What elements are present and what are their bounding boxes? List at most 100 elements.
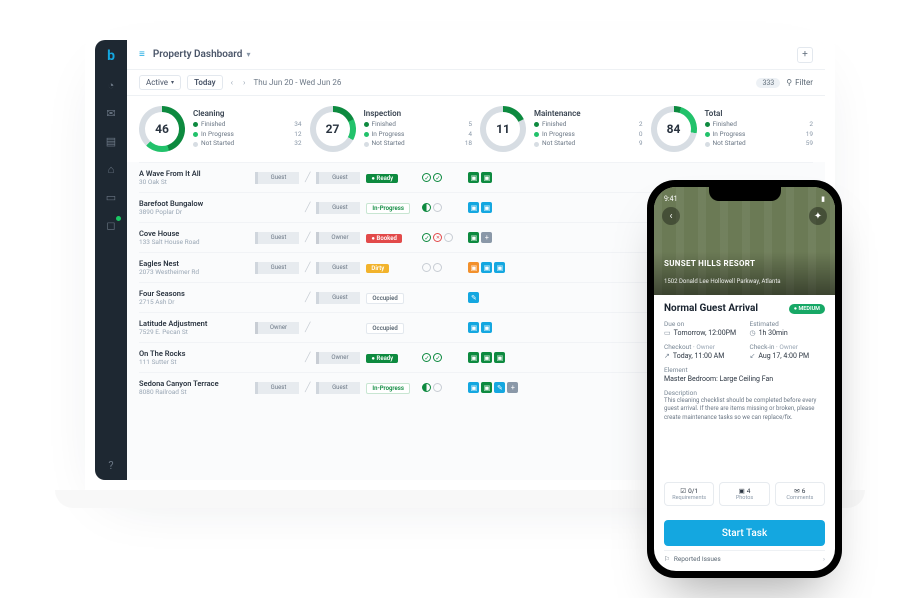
summary-card: 84TotalFinished2In Progress19Not Started…	[651, 106, 814, 152]
task-chip[interactable]: ▣	[481, 202, 492, 213]
task-chip[interactable]: ▣	[481, 262, 492, 273]
reservation-slot[interactable]: Guest	[316, 292, 360, 304]
resort-address: 1502 Donald Lee Hollowell Parkway, Atlan…	[664, 278, 781, 285]
clipboard-icon[interactable]: ▤	[104, 134, 118, 148]
card-legend: Finished2In Progress0Not Started9	[534, 120, 643, 149]
task-chip[interactable]: ✎	[468, 292, 479, 303]
task-chip[interactable]: +	[507, 382, 518, 393]
task-chip[interactable]: ▣	[468, 262, 479, 273]
reported-issues-row[interactable]: ⚐ Reported Issues ›	[664, 550, 825, 563]
today-button[interactable]: Today	[187, 75, 223, 90]
home-icon[interactable]: ⌂	[104, 162, 118, 176]
status-badge: In-Progress	[366, 203, 410, 214]
checkout-value: Today, 11:00 AM	[673, 352, 724, 360]
property-name: Sedona Canyon Terrace8080 Railroad St	[139, 379, 249, 396]
help-icon[interactable]: ?	[104, 458, 118, 472]
status-badge: Dirty	[366, 264, 389, 273]
property-name: Latitude Adjustment7529 E. Pecan St	[139, 319, 249, 336]
element-label: Element	[664, 366, 688, 374]
reservation-slot[interactable]: Guest	[316, 382, 360, 394]
property-name: Barefoot Bungalow3890 Poplar Dr	[139, 199, 249, 216]
property-name: A Wave From It All30 Oak St	[139, 169, 249, 186]
chevron-right-icon: ›	[823, 555, 825, 563]
task-chip[interactable]: ▣	[468, 202, 479, 213]
progress-circles	[422, 203, 462, 212]
reservation-slot[interactable]: Owner	[316, 352, 360, 364]
card-legend: Finished5In Progress4Not Started18	[364, 120, 473, 149]
navigate-icon[interactable]: ✦	[809, 207, 827, 225]
task-title: Normal Guest Arrival	[664, 303, 758, 314]
task-chip[interactable]: ▣	[481, 382, 492, 393]
task-chip[interactable]: ▣	[494, 352, 505, 363]
card-title: Maintenance	[534, 109, 643, 118]
hamburger-icon[interactable]: ≡	[139, 49, 145, 60]
task-chip[interactable]: ✎	[494, 382, 505, 393]
property-name: Cove House133 Salt House Road	[139, 229, 249, 246]
chat-icon[interactable]: ◻	[104, 218, 118, 232]
task-chip[interactable]: +	[481, 232, 492, 243]
comments-chip[interactable]: ✉6 Comments	[775, 482, 825, 506]
next-week-button[interactable]: ›	[241, 78, 247, 87]
reservation-slot[interactable]: Guest	[255, 232, 299, 244]
summary-card: 46CleaningFinished34In Progress12Not Sta…	[139, 106, 302, 152]
calendar-icon: ▭	[664, 329, 671, 337]
task-chip[interactable]: ▣	[468, 352, 479, 363]
gauge-icon[interactable]: ◔	[104, 78, 118, 92]
filter-button[interactable]: ⚲Filter	[786, 78, 813, 87]
donut-chart: 27	[310, 106, 356, 152]
requirements-chip[interactable]: ☑0/1 Requirements	[664, 482, 714, 506]
departure-icon: ↗	[664, 352, 670, 360]
phone-time: 9:41	[664, 195, 678, 203]
estimated-value: 1h 30min	[759, 329, 788, 337]
prev-week-button[interactable]: ‹	[229, 78, 235, 87]
card-title: Cleaning	[193, 109, 302, 118]
chevron-down-icon[interactable]: ▾	[246, 50, 250, 59]
reservation-slot[interactable]: Guest	[316, 262, 360, 274]
status-badge: Occupied	[366, 293, 403, 304]
checkin-label: Check-in · Owner	[750, 343, 826, 351]
task-chip[interactable]: ▣	[468, 172, 479, 183]
estimated-label: Estimated	[750, 320, 826, 328]
comment-icon: ✉	[794, 487, 799, 495]
book-icon[interactable]: ▭	[104, 190, 118, 204]
task-chip[interactable]: ▣	[468, 382, 479, 393]
start-task-button[interactable]: Start Task	[664, 520, 825, 546]
resort-name: SUNSET HILLS RESORT	[664, 259, 781, 268]
checkout-label: Checkout · Owner	[664, 343, 740, 351]
photos-chip[interactable]: ▣4 Photos	[719, 482, 769, 506]
flag-icon: ⚐	[664, 555, 670, 563]
reservation-slot[interactable]: Guest	[255, 172, 299, 184]
reservation-slot[interactable]: Owner	[316, 232, 360, 244]
reservation-slot[interactable]: Guest	[316, 172, 360, 184]
donut-chart: 84	[651, 106, 697, 152]
chat-badge	[115, 215, 122, 222]
reservation-slot[interactable]: Guest	[316, 202, 360, 214]
task-chip[interactable]: ▣	[494, 262, 505, 273]
card-legend: Finished34In Progress12Not Started32	[193, 120, 302, 149]
task-chip[interactable]: ▣	[468, 322, 479, 333]
inbox-icon[interactable]: ✉	[104, 106, 118, 120]
toolbar: Active▾ Today ‹ › Thu Jun 20 - Wed Jun 2…	[127, 70, 825, 96]
back-button[interactable]: ‹	[662, 207, 680, 225]
progress-circles	[422, 383, 462, 392]
add-button[interactable]: +	[797, 47, 813, 63]
card-title: Inspection	[364, 109, 473, 118]
task-chip[interactable]: ▣	[481, 352, 492, 363]
app-sidebar: b ◔ ✉ ▤ ⌂ ▭ ◻ ?	[95, 40, 127, 480]
status-badge: In-Progress	[366, 383, 410, 394]
task-chip[interactable]: ▣	[468, 232, 479, 243]
property-name: On The Rocks111 Sutter St	[139, 349, 249, 366]
filter-icon: ⚲	[786, 78, 792, 87]
task-chip[interactable]: ▣	[481, 322, 492, 333]
reservation-slot[interactable]: Owner	[255, 322, 299, 334]
reservation-slot[interactable]: Guest	[255, 262, 299, 274]
description-label: Description	[664, 389, 697, 397]
card-title: Total	[705, 109, 814, 118]
reservation-slot[interactable]: Guest	[255, 382, 299, 394]
phone-frame: 9:41 ▮ ‹ ✦ SUNSET HILLS RESORT 1502 Dona…	[647, 180, 842, 578]
status-badge: ● Ready	[366, 354, 398, 363]
active-filter[interactable]: Active▾	[139, 75, 181, 90]
task-chip[interactable]: ▣	[481, 172, 492, 183]
progress-circles	[422, 263, 462, 272]
donut-chart: 11	[480, 106, 526, 152]
